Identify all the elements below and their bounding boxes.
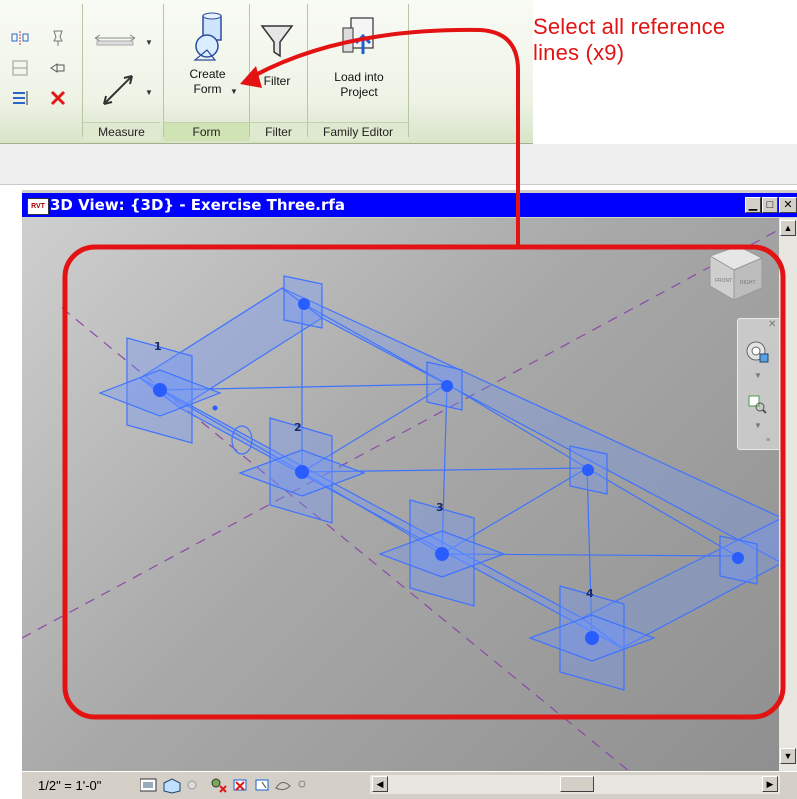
measure-icon[interactable] <box>98 70 138 110</box>
marker-4: 4 <box>586 587 594 600</box>
view-title: 3D View: {3D} - Exercise Three.rfa <box>50 196 346 214</box>
menu-icon[interactable]: ≡ <box>766 437 770 444</box>
horizontal-scrollbar[interactable]: ◀ ▶ <box>370 775 780 794</box>
scroll-thumb[interactable] <box>560 776 594 792</box>
annotation-line-1: Select all reference <box>533 14 726 39</box>
create-form-icon <box>192 12 222 61</box>
chevron-down-icon[interactable]: ▼ <box>754 421 762 430</box>
minimize-button[interactable]: ▁ <box>745 197 761 213</box>
rvt-icon: RVT <box>27 198 49 215</box>
load-into-project-icon <box>342 17 374 54</box>
panel-title-filter: Filter <box>250 122 307 141</box>
annotation-text: Select all reference lines (x9) <box>533 14 797 66</box>
viewcube-front: FRONT <box>715 278 732 284</box>
marker-2: 2 <box>294 421 302 434</box>
split-icon[interactable] <box>10 58 30 78</box>
viewcube-right: RIGHT <box>740 280 756 286</box>
create-form-label-1: Create <box>189 67 226 81</box>
filter-icon <box>260 25 294 58</box>
load-into-project-button[interactable]: Load into Project <box>312 14 406 114</box>
create-form-button[interactable]: Create Form ▼ <box>170 8 245 118</box>
marker-1: 1 <box>154 340 162 353</box>
array-icon[interactable] <box>10 88 30 108</box>
vertical-scrollbar[interactable]: ▲ ▼ <box>779 218 797 771</box>
temporary-hide-icon[interactable] <box>211 778 227 793</box>
view-scale[interactable]: 1/2" = 1'-0" <box>38 778 101 793</box>
visual-style-icon[interactable] <box>163 778 181 794</box>
marker-3: 3 <box>436 501 444 514</box>
zoom-icon[interactable] <box>746 393 768 415</box>
chevron-down-icon[interactable]: ▼ <box>754 371 762 380</box>
filter-label: Filter <box>263 74 291 88</box>
3d-view-canvas[interactable]: 1 2 3 4 FRONT RIGHT <box>22 218 779 771</box>
filter-button[interactable]: Filter <box>252 22 302 112</box>
scroll-down-button[interactable]: ▼ <box>780 748 796 764</box>
scroll-up-button[interactable]: ▲ <box>780 220 796 236</box>
chevron-down-icon[interactable]: ▼ <box>230 84 238 99</box>
steering-wheel-icon[interactable] <box>744 339 770 365</box>
close-icon[interactable]: ✕ <box>768 319 776 330</box>
reveal-hidden-icon[interactable] <box>255 779 269 791</box>
options-bar <box>0 144 797 185</box>
align-icon[interactable] <box>10 28 30 48</box>
detail-level-icon[interactable] <box>139 778 157 792</box>
sun-path-icon[interactable] <box>187 780 197 790</box>
view-control-icons <box>139 776 370 794</box>
measure-distance-icon[interactable] <box>92 30 142 50</box>
chevron-down-icon[interactable]: ▼ <box>145 88 153 97</box>
panel-title-form: Form <box>164 122 249 141</box>
annotation-line-2: lines (x9) <box>533 40 625 65</box>
unpin-icon[interactable] <box>48 28 68 48</box>
navigation-bar: ✕ ▼ ▼ ≡ <box>737 318 781 450</box>
scroll-right-button[interactable]: ▶ <box>762 776 778 792</box>
analytical-icon[interactable] <box>275 782 291 791</box>
ribbon: ▼ ▼ Measure Create Form ▼ Form Filter Fi… <box>0 0 533 144</box>
pin-icon[interactable] <box>48 58 68 78</box>
scroll-left-button[interactable]: ◀ <box>372 776 388 792</box>
viewcube-icon[interactable]: FRONT RIGHT <box>708 245 764 301</box>
panel-title-measure: Measure <box>83 122 160 141</box>
chevron-down-icon[interactable]: ▼ <box>145 38 153 47</box>
close-icon[interactable]: ✕ <box>779 197 797 213</box>
delete-icon[interactable] <box>48 88 68 108</box>
model-graphics: 1 2 3 4 FRONT RIGHT <box>22 228 779 771</box>
hide-element-icon[interactable] <box>233 779 247 791</box>
lightbulb-icon[interactable] <box>298 780 306 788</box>
load-label-1: Load into <box>334 70 384 84</box>
load-label-2: Project <box>340 85 378 99</box>
panel-title-family-editor: Family Editor <box>308 122 408 141</box>
maximize-button[interactable]: □ <box>762 197 778 213</box>
